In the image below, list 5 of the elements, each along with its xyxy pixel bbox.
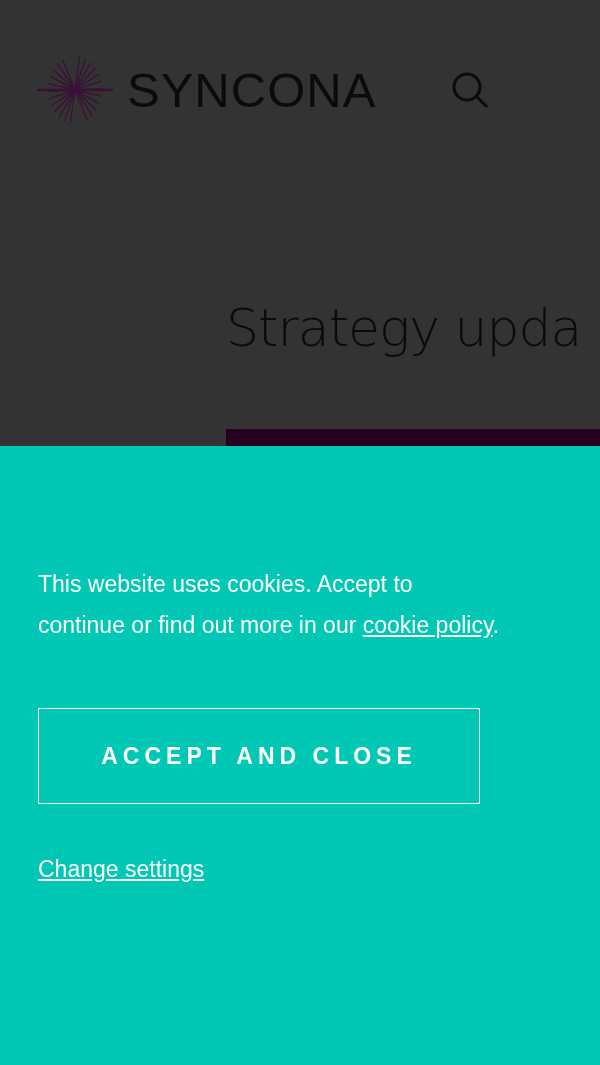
search-icon[interactable] bbox=[450, 70, 491, 110]
change-settings-link[interactable]: Change settings bbox=[38, 856, 205, 883]
accept-button[interactable]: ACCEPT AND CLOSE bbox=[38, 708, 480, 804]
cookie-message: This website uses cookies. Accept to continue or find out more in our cookie policy. bbox=[38, 570, 501, 640]
cookie-policy-link[interactable]: cookie policy bbox=[362, 612, 493, 638]
